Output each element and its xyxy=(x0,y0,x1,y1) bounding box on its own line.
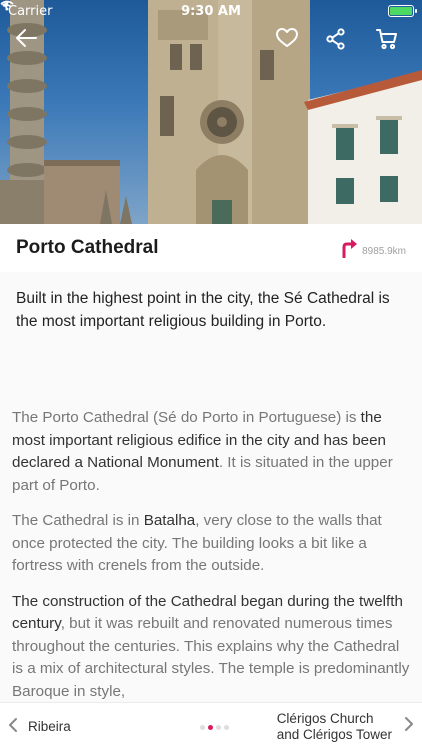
back-button[interactable] xyxy=(14,28,46,56)
previous-place-label: Ribeira xyxy=(28,719,71,734)
paragraph-text: The Cathedral is in xyxy=(12,512,144,529)
page-title: Porto Cathedral xyxy=(16,237,159,258)
bottom-navigation: Ribeira Clérigos Church and Clérigos Tow… xyxy=(0,702,422,750)
chevron-right-icon xyxy=(404,716,414,737)
status-time: 9:30 AM xyxy=(181,3,241,19)
next-place-label-line1: Clérigos Church xyxy=(276,710,374,726)
location-arrow-icon xyxy=(1,1,9,11)
share-icon xyxy=(326,28,345,50)
place-header: Porto Cathedral 8985.9km xyxy=(0,224,422,272)
paragraph-text: The Porto Cathedral (Sé do Porto in Port… xyxy=(12,409,361,426)
page-dot xyxy=(224,725,229,730)
distance-indicator[interactable]: 8985.9km xyxy=(340,238,406,258)
directions-arrow-icon xyxy=(342,239,358,258)
article-paragraph: The Cathedral is in Batalha, very close … xyxy=(12,510,410,578)
heart-icon xyxy=(276,28,298,47)
white-building xyxy=(304,70,422,224)
page-dot xyxy=(216,725,221,730)
paragraph-highlight: Batalha xyxy=(143,512,196,529)
intro-text: Built in the highest point in the city, … xyxy=(0,272,422,407)
next-place-label: Clérigos Church and Clérigos Tower xyxy=(277,711,392,743)
status-bar: Carrier 9:30 AM xyxy=(0,0,422,22)
next-place-button[interactable]: Clérigos Church and Clérigos Tower xyxy=(277,711,414,743)
article-body: The Porto Cathedral (Sé do Porto in Port… xyxy=(0,407,422,702)
cart-button[interactable] xyxy=(376,28,408,56)
page-dot xyxy=(200,725,205,730)
cathedral-illustration xyxy=(0,0,422,224)
distance-value: 8985.9km xyxy=(362,245,406,257)
back-arrow-icon xyxy=(16,29,37,47)
carrier-label: Carrier xyxy=(8,3,53,19)
page-indicator xyxy=(200,725,229,730)
next-place-label-line2: and Clérigos Tower xyxy=(276,726,392,742)
paragraph-text: , but it was rebuilt and renovated numer… xyxy=(12,615,410,700)
carrier-info: Carrier xyxy=(0,0,53,19)
article-paragraph: The construction of the Cathedral began … xyxy=(12,591,410,703)
article-paragraph: The Porto Cathedral (Sé do Porto in Port… xyxy=(12,407,410,497)
page-dot-active xyxy=(208,725,213,730)
battery-icon xyxy=(388,5,417,17)
chevron-left-icon xyxy=(8,717,18,736)
share-button[interactable] xyxy=(326,28,358,56)
favorite-button[interactable] xyxy=(276,28,308,56)
hero-image: Carrier 9:30 AM xyxy=(0,0,422,224)
previous-place-button[interactable]: Ribeira xyxy=(8,717,71,736)
article-content[interactable]: Built in the highest point in the city, … xyxy=(0,272,422,702)
cart-icon xyxy=(376,29,397,50)
